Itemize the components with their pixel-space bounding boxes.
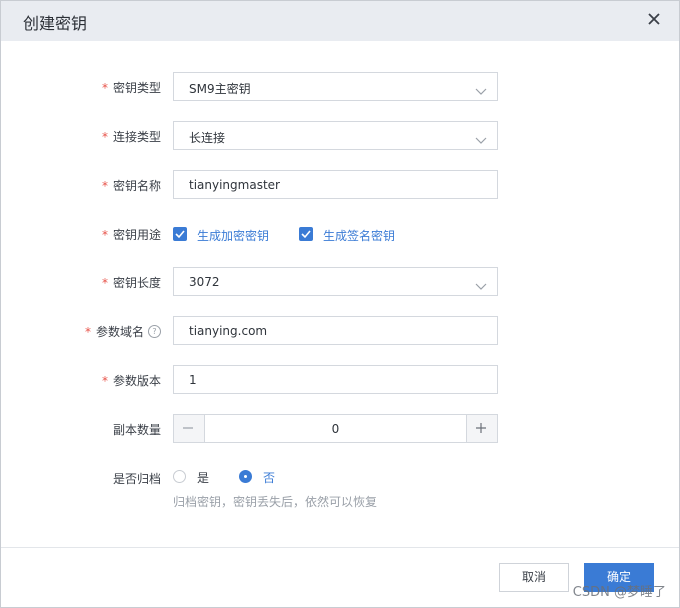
key-type-label-text: 密钥类型: [112, 81, 161, 95]
key-length-select[interactable]: 3072: [173, 267, 498, 296]
checkbox-checked-icon[interactable]: [299, 227, 313, 241]
minus-icon: [183, 427, 193, 429]
key-usage-label-text: 密钥用途: [112, 228, 161, 242]
required-mark: *: [101, 81, 108, 95]
connection-type-value: 长连接: [189, 131, 226, 145]
param-version-input[interactable]: [173, 365, 498, 394]
param-domain-label: * 参数域名?: [61, 323, 161, 340]
decrement-button[interactable]: [174, 415, 205, 442]
chevron-down-icon: [475, 276, 487, 295]
required-mark: *: [101, 228, 108, 242]
cancel-button[interactable]: 取消: [499, 563, 569, 592]
encrypt-key-checkbox[interactable]: 生成加密密钥: [173, 225, 283, 245]
archive-no-label: 否: [263, 471, 276, 485]
dialog-header: 创建密钥: [1, 1, 679, 41]
key-usage-label: * 密钥用途: [61, 226, 161, 243]
radio-selected-icon[interactable]: [239, 470, 252, 483]
key-name-label: * 密钥名称: [61, 177, 161, 194]
encrypt-key-label: 生成加密密钥: [197, 229, 270, 243]
key-length-label-text: 密钥长度: [112, 276, 161, 290]
required-mark: *: [84, 325, 91, 339]
key-type-label: * 密钥类型: [61, 79, 161, 96]
help-icon[interactable]: ?: [148, 325, 161, 338]
required-mark: *: [101, 130, 108, 144]
archive-yes-radio[interactable]: 是: [173, 468, 223, 488]
required-mark: *: [101, 374, 108, 388]
archive-no-radio[interactable]: 否: [239, 468, 289, 488]
archive-yes-label: 是: [197, 471, 210, 485]
connection-type-label-text: 连接类型: [112, 130, 161, 144]
checkbox-checked-icon[interactable]: [173, 227, 187, 241]
replica-count-stepper[interactable]: 0: [173, 414, 498, 443]
close-icon[interactable]: [645, 10, 663, 28]
dialog-title: 创建密钥: [23, 14, 88, 33]
required-mark: *: [101, 179, 108, 193]
watermark: CSDN @梦睡了: [572, 585, 666, 600]
param-version-label: * 参数版本: [61, 372, 161, 389]
create-key-dialog: 创建密钥 *密钥类型 SM9主密钥 *连接类型 长连接 *密钥名称 *密钥用途 …: [0, 0, 680, 608]
connection-type-select[interactable]: 长连接: [173, 121, 498, 150]
key-name-input[interactable]: [173, 170, 498, 199]
key-type-select[interactable]: SM9主密钥: [173, 72, 498, 101]
archive-label: 是否归档: [112, 472, 161, 486]
chevron-down-icon: [475, 81, 487, 100]
required-mark: *: [101, 276, 108, 290]
increment-button[interactable]: [466, 415, 497, 442]
key-name-label-text: 密钥名称: [112, 179, 161, 193]
param-version-label-text: 参数版本: [112, 374, 161, 388]
radio-unselected-icon[interactable]: [173, 470, 186, 483]
connection-type-label: * 连接类型: [61, 128, 161, 145]
param-domain-input[interactable]: [173, 316, 498, 345]
plus-icon: [476, 423, 486, 433]
chevron-down-icon: [475, 130, 487, 149]
sign-key-label: 生成签名密钥: [323, 229, 396, 243]
param-domain-label-text: 参数域名: [95, 325, 144, 339]
replica-count-label: 副本数量: [112, 423, 161, 437]
key-type-value: SM9主密钥: [189, 82, 251, 96]
replica-count-value[interactable]: 0: [205, 422, 466, 436]
footer-divider: [1, 547, 679, 548]
key-length-value: 3072: [189, 275, 220, 289]
key-length-label: * 密钥长度: [61, 274, 161, 291]
sign-key-checkbox[interactable]: 生成签名密钥: [299, 225, 409, 245]
archive-hint: 归档密钥，密钥丢失后，依然可以恢复: [173, 495, 378, 509]
